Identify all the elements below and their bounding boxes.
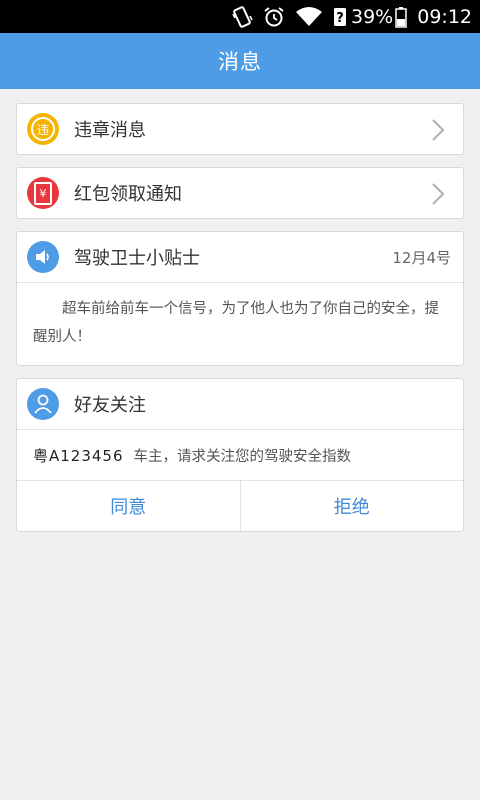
- signal-icon: ?: [333, 7, 347, 27]
- battery-percent: 39%: [351, 5, 394, 28]
- reject-button[interactable]: 拒绝: [241, 481, 464, 531]
- chevron-right-icon: [431, 118, 445, 146]
- clock-time: 09:12: [417, 5, 472, 28]
- violation-message-label: 违章消息: [74, 120, 146, 141]
- friend-request-text: 粤A123456 车主，请求关注您的驾驶安全指数: [17, 430, 463, 480]
- red-packet-label: 红包领取通知: [74, 184, 182, 205]
- friend-follow-header: 好友关注: [17, 379, 463, 429]
- violation-icon: 违: [27, 113, 59, 145]
- svg-text:?: ?: [336, 11, 344, 26]
- driving-tip-date: 12月4号: [392, 248, 451, 267]
- friend-request-message: 车主，请求关注您的驾驶安全指数: [133, 448, 352, 465]
- driving-tip-title: 驾驶卫士小贴士: [74, 248, 200, 269]
- friend-follow-card: 好友关注 粤A123456 车主，请求关注您的驾驶安全指数 同意 拒绝: [16, 378, 464, 532]
- title-bar: 消息: [0, 33, 480, 89]
- red-packet-icon: ¥: [27, 177, 59, 209]
- friend-request-actions: 同意 拒绝: [17, 481, 463, 531]
- status-bar: ? 39% 09:12: [0, 0, 480, 33]
- violation-message-card[interactable]: 违 违章消息: [16, 103, 464, 155]
- violation-message-row[interactable]: 违 违章消息: [17, 104, 463, 154]
- accept-button[interactable]: 同意: [17, 481, 240, 531]
- chevron-right-icon: [431, 182, 445, 210]
- speaker-icon: [27, 241, 59, 273]
- driving-tip-text: 超车前给前车一个信号，为了他人也为了你自己的安全，提醒别人！: [33, 301, 439, 345]
- alarm-icon: [263, 6, 285, 28]
- red-packet-card[interactable]: ¥ 红包领取通知: [16, 167, 464, 219]
- page-title: 消息: [218, 50, 262, 74]
- battery-icon: [395, 6, 407, 28]
- user-icon: [27, 388, 59, 420]
- wifi-icon: [295, 6, 323, 28]
- vibrate-icon: [231, 5, 253, 28]
- friend-follow-title: 好友关注: [74, 395, 146, 416]
- plate-number: 粤A123456: [33, 446, 124, 465]
- driving-tip-card: 驾驶卫士小贴士 12月4号 超车前给前车一个信号，为了他人也为了你自己的安全，提…: [16, 231, 464, 366]
- red-packet-row[interactable]: ¥ 红包领取通知: [17, 168, 463, 218]
- driving-tip-header: 驾驶卫士小贴士 12月4号: [17, 232, 463, 282]
